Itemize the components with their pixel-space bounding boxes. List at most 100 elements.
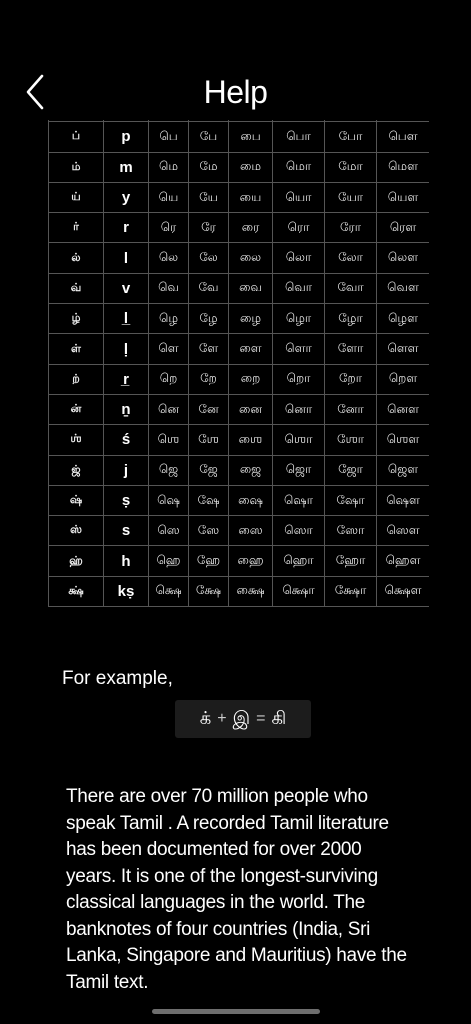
syllable-cell: ஷை <box>228 484 273 517</box>
table-row: ஷ் ṣ ஷெ ஷே ஷை ஷொ ஷோ ஷௌ <box>48 484 429 517</box>
consonant-cell: ற் <box>48 363 104 395</box>
syllable-cell: மெ <box>148 151 189 183</box>
transliteration-cell: r <box>103 212 149 244</box>
syllable-cell: ழை <box>228 303 273 335</box>
syllable-cell: பெ <box>148 121 189 153</box>
syllable-cell: றொ <box>272 363 325 395</box>
syllable-cell: மோ <box>324 151 377 183</box>
syllable-cell: வெ <box>148 272 189 305</box>
syllable-cell: லொ <box>272 242 325 274</box>
syllable-cell: றோ <box>324 363 377 395</box>
tamil-info-text: There are over 70 million people who spe… <box>66 786 407 993</box>
syllable-cell: ழே <box>188 303 229 335</box>
table-row: ர் r ரெ ரே ரை ரொ ரோ ரௌ <box>48 212 429 244</box>
example-label: For example, <box>62 668 173 689</box>
syllable-cell: ஜௌ <box>376 454 429 486</box>
header: Help <box>0 0 471 120</box>
syllable-cell: க்ஷொ <box>272 575 325 608</box>
example-formula: க் + இ = கி <box>175 700 311 738</box>
syllable-cell: லை <box>228 242 273 274</box>
syllable-cell: ஜை <box>228 454 273 486</box>
syllable-cell: ஷெ <box>148 484 189 517</box>
syllable-cell: ஸௌ <box>376 515 429 547</box>
syllable-cell: யெ <box>148 181 189 214</box>
consonant-cell: க்ஷ் <box>48 575 104 608</box>
table-row: வ் v வெ வே வை வொ வோ வௌ <box>48 272 429 305</box>
syllable-cell: றௌ <box>376 363 429 395</box>
syllable-cell: யொ <box>272 181 325 214</box>
syllable-cell: ரே <box>188 212 229 244</box>
transliteration-cell: v <box>103 272 149 305</box>
syllable-cell: ஜோ <box>324 454 377 486</box>
syllable-cell: ரெ <box>148 212 189 244</box>
example-vowel: இ <box>232 707 251 729</box>
transliteration-cell: ḷ <box>103 333 149 365</box>
syllable-cell: ஹெ <box>148 545 189 577</box>
consonant-vowel-table: ந்nநெநேநைநொநோநௌப்pபெபேபைபொபோபௌம்mமெமேமைம… <box>48 110 429 608</box>
syllable-cell: யோ <box>324 181 377 214</box>
syllable-cell: க்ஷோ <box>324 575 377 608</box>
transliteration-cell: y <box>103 181 149 214</box>
syllable-cell: ஹே <box>188 545 229 577</box>
syllable-cell: னே <box>188 393 229 426</box>
syllable-cell: ஸொ <box>272 515 325 547</box>
syllable-cell: றை <box>228 363 273 395</box>
syllable-cell: போ <box>324 121 377 153</box>
syllable-cell: ஹோ <box>324 545 377 577</box>
transliteration-cell: l <box>103 242 149 274</box>
table-row: ய் y யெ யே யை யொ யோ யௌ <box>48 181 429 214</box>
syllable-cell: வோ <box>324 272 377 305</box>
syllable-cell: பே <box>188 121 229 153</box>
syllable-cell: ளௌ <box>376 333 429 365</box>
syllable-cell: ளெ <box>148 333 189 365</box>
transliteration-cell: s <box>103 515 149 547</box>
syllable-cell: க்ஷெ <box>148 575 189 608</box>
syllable-cell: பை <box>228 121 273 153</box>
example-result: கி <box>271 707 287 729</box>
syllable-cell: மே <box>188 151 229 183</box>
consonant-cell: ஷ் <box>48 484 104 517</box>
table-row: க்ஷ் kṣ க்ஷெ க்ஷே க்ஷை க்ஷொ க்ஷோ க்ஷௌ <box>48 575 429 608</box>
syllable-cell: ழெ <box>148 303 189 335</box>
syllable-cell: வை <box>228 272 273 305</box>
syllable-cell: றே <box>188 363 229 395</box>
table-row: ழ் l̲ ழெ ழே ழை ழொ ழோ ழௌ <box>48 303 429 335</box>
syllable-cell: ஜே <box>188 454 229 486</box>
syllable-cell: னை <box>228 393 273 426</box>
syllable-cell: வே <box>188 272 229 305</box>
syllable-cell: மை <box>228 151 273 183</box>
syllable-cell: யே <box>188 181 229 214</box>
syllable-cell: க்ஷே <box>188 575 229 608</box>
syllable-cell: பௌ <box>376 121 429 153</box>
syllable-cell: னௌ <box>376 393 429 426</box>
transliteration-cell: r̲ <box>103 363 149 395</box>
syllable-cell: ளொ <box>272 333 325 365</box>
table-row: ம் m மெ மே மை மொ மோ மௌ <box>48 151 429 183</box>
consonant-cell: ய் <box>48 181 104 214</box>
table-row: ல் l லெ லே லை லொ லோ லௌ <box>48 242 429 274</box>
syllable-cell: ஜொ <box>272 454 325 486</box>
consonant-cell: வ் <box>48 272 104 305</box>
syllable-cell: யை <box>228 181 273 214</box>
table-row: ள் ḷ ளெ ளே ளை ளொ ளோ ளௌ <box>48 333 429 365</box>
transliteration-cell: kṣ <box>103 575 149 608</box>
syllable-cell: ஜெ <box>148 454 189 486</box>
syllable-cell: ஸெ <box>148 515 189 547</box>
syllable-cell: ஷே <box>188 484 229 517</box>
syllable-cell: ழௌ <box>376 303 429 335</box>
syllable-cell: க்ஷை <box>228 575 273 608</box>
syllable-cell: க்ஷௌ <box>376 575 429 608</box>
syllable-cell: ஹௌ <box>376 545 429 577</box>
table-row: ஸ் s ஸெ ஸே ஸை ஸொ ஸோ ஸௌ <box>48 515 429 547</box>
syllable-cell: ரை <box>228 212 273 244</box>
equals-sign: = <box>256 710 266 727</box>
table-row: ன் ṉ னெ னே னை னொ னோ னௌ <box>48 393 429 426</box>
consonant-cell: ஶ் <box>48 424 104 456</box>
transliteration-cell: m <box>103 151 149 183</box>
consonant-vowel-table-container[interactable]: ந்nநெநேநைநொநோநௌப்pபெபேபைபொபோபௌம்mமெமேமைம… <box>48 110 429 618</box>
syllable-cell: ஸே <box>188 515 229 547</box>
home-indicator[interactable] <box>152 1009 320 1014</box>
page-title: Help <box>203 74 268 110</box>
syllable-cell: ஷௌ <box>376 484 429 517</box>
syllable-cell: னெ <box>148 393 189 426</box>
